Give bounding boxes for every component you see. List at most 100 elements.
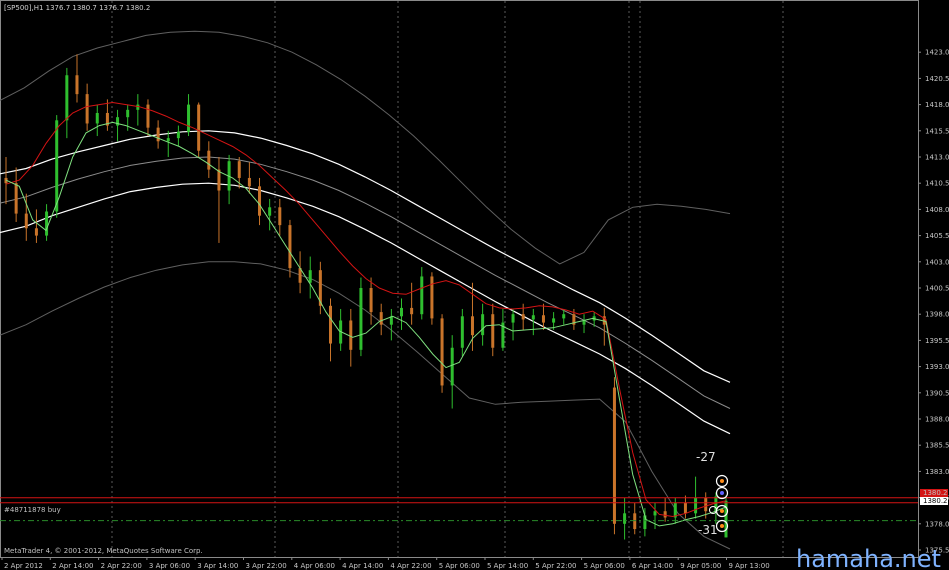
y-tick-label: 1408.0 [925,206,949,214]
y-tick-label: 1415.5 [925,127,949,135]
x-tick-label: 9 Apr 13:00 [729,562,770,570]
y-tick-label: 1400.5 [925,285,949,293]
watermark: hamaha.net [796,545,941,570]
candle-body [420,276,424,315]
x-tick-label: 2 Apr 22:00 [101,562,142,570]
x-tick-label: 3 Apr 06:00 [149,562,190,570]
candle-body [95,112,99,124]
candle-body [55,120,59,212]
candle-body [633,513,637,530]
x-tick-label: 5 Apr 14:00 [487,562,528,570]
copyright-text: MetaTrader 4, © 2001-2012, MetaQuotes So… [4,547,203,555]
candle-body [75,75,79,95]
candle-body [278,207,282,226]
y-tick-label: 1423.0 [925,49,949,57]
x-tick-label: 5 Apr 22:00 [535,562,576,570]
y-tick-label: 1398.0 [925,311,949,319]
candle-body [369,288,373,313]
y-tick-label: 1390.5 [925,389,949,397]
candle-body [136,104,140,110]
candle-body [511,314,515,323]
candle-body [237,161,241,178]
x-tick-label: 4 Apr 22:00 [390,562,431,570]
x-tick-label: 5 Apr 06:00 [439,562,480,570]
y-tick-label: 1413.0 [925,154,949,162]
candle-body [146,104,150,128]
candle-body [288,225,292,269]
marker-dot [720,479,724,483]
candle-body [653,511,657,516]
candle-body [359,288,363,350]
candle-body [410,307,414,315]
candle-body [683,502,687,514]
x-tick-label: 3 Apr 22:00 [246,562,287,570]
candle-body [430,276,434,319]
x-tick-label: 2 Apr 2012 [4,562,43,570]
candle-body [521,314,525,320]
candle-body [349,320,353,350]
candle-body [197,104,201,151]
price-chart[interactable]: 1423.0 1420.5 1418.0 1415.5 1413.0 1410.5 1408… [0,0,949,570]
candle-body [481,314,485,336]
candle-body [379,312,383,325]
symbol-header: [SP500],H1 1376.7 1380.7 1376.7 1380.2 [4,4,150,12]
candle-body [85,94,89,124]
x-tick-label: 9 Apr 05:00 [680,562,721,570]
candle-body [65,75,69,121]
candle-body [541,315,545,323]
x-tick-label: 6 Apr 14:00 [632,562,673,570]
candle-body [399,307,403,317]
candle-body [14,183,18,214]
candle-body [704,497,708,512]
candle-body [623,513,627,524]
candle-body [217,169,221,191]
candle-body [450,347,454,386]
candle-body [329,305,333,344]
order-price-tag-label: 1380.2 [923,497,948,505]
y-tick-label: 1405.5 [925,232,949,240]
candle-body [156,127,160,142]
x-tick-label: 3 Apr 14:00 [197,562,238,570]
y-tick-label: 1393.0 [925,363,949,371]
marker-dot [720,491,724,495]
candle-body [308,270,312,283]
y-tick-label: 1385.5 [925,442,949,450]
candle-body [258,186,262,216]
candle-body [207,150,211,170]
candle-body [470,316,474,336]
candle-body [491,314,495,348]
candle-body [268,207,272,216]
x-tick-label: 2 Apr 14:00 [52,562,93,570]
upper-annotation: -27 [696,450,716,464]
candle-body [612,387,616,524]
candle-body [166,138,170,142]
candle-body [126,109,130,118]
x-tick-label: 4 Apr 06:00 [294,562,335,570]
x-tick-label: 5 Apr 06:00 [584,562,625,570]
order-label: #48711878 buy [4,506,61,514]
candle-body [24,213,28,229]
y-tick-label: 1383.0 [925,468,949,476]
y-tick-label: 1403.0 [925,258,949,266]
y-tick-label: 1410.5 [925,180,949,188]
lower-annotation: -31 [698,523,718,537]
candle-body [663,511,667,518]
y-tick-label: 1395.5 [925,337,949,345]
candle-body [552,318,556,323]
current-price-tag-label: 1380.2 [923,489,948,497]
candle-body [531,315,535,320]
marker-dot [720,524,724,528]
candle-body [562,314,566,319]
y-tick-label: 1378.0 [925,520,949,528]
candle-body [187,104,191,132]
candle-body [176,131,180,139]
candle-body [694,497,698,514]
x-tick-label: 4 Apr 14:00 [342,562,383,570]
candle-body [440,318,444,386]
chart-background [0,0,949,570]
candle-body [45,211,49,236]
y-tick-label: 1388.0 [925,416,949,424]
candle-body [247,177,251,187]
candle-body [34,228,38,236]
y-tick-label: 1420.5 [925,75,949,83]
